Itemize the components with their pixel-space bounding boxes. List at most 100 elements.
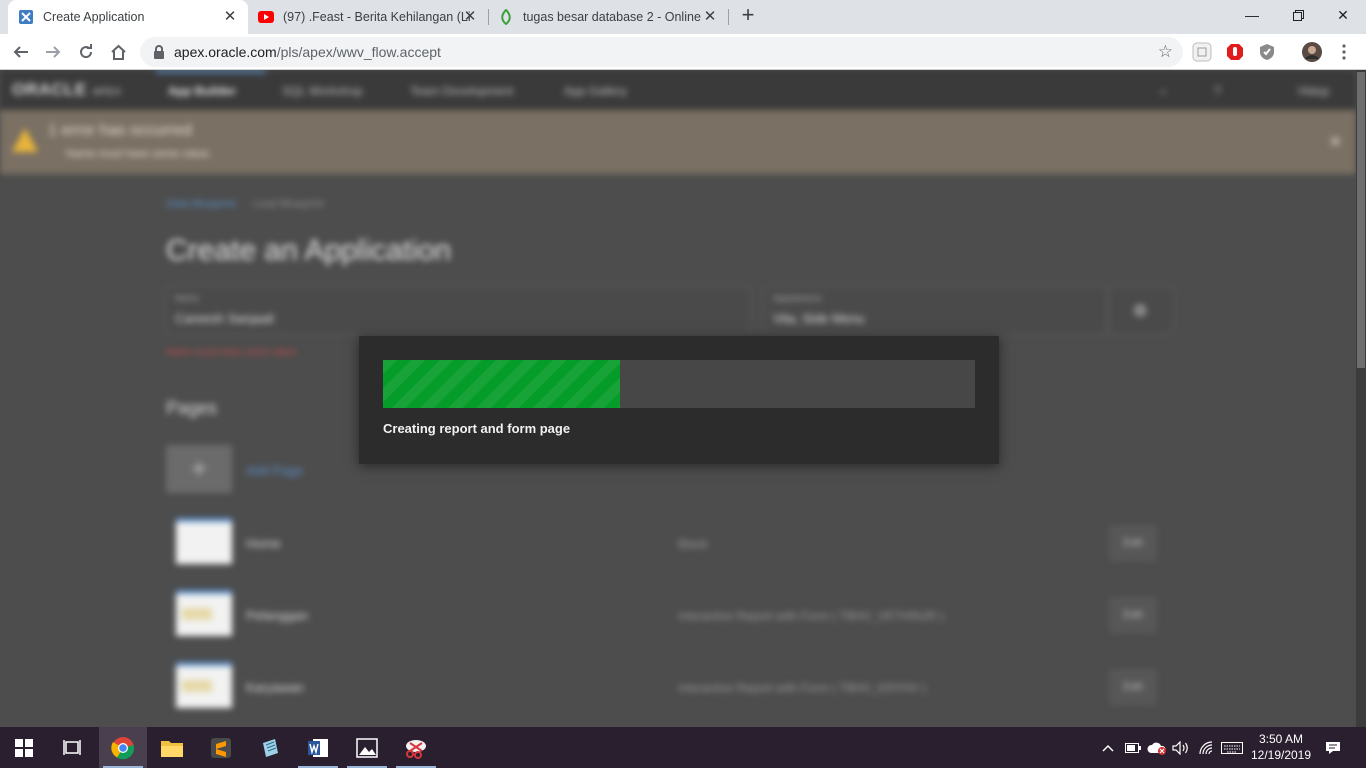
name-error: Name must have some value. — [166, 347, 299, 358]
add-page-button[interactable]: + — [166, 445, 232, 493]
taskbar-photos[interactable] — [343, 727, 391, 768]
edit-page-button[interactable]: Edit — [1110, 598, 1156, 632]
appearance-label: Appearance — [773, 293, 822, 303]
nav-app-gallery[interactable]: App Gallery — [564, 84, 627, 98]
page-description: Interactive Report with Form ( TBHV_KRYH… — [678, 681, 927, 695]
pages-heading: Pages — [166, 398, 218, 418]
extension-pocket-icon[interactable] — [1192, 42, 1212, 62]
chrome-menu-icon[interactable] — [1334, 42, 1354, 62]
breadcrumb-current: Load Blueprint — [252, 198, 324, 210]
volume-icon[interactable] — [1170, 727, 1192, 768]
edit-page-button[interactable]: Edit — [1110, 526, 1156, 560]
appearance-field[interactable]: Appearance Vita, Side Menu — [764, 286, 1108, 334]
alert-detail[interactable]: Name must have some value. — [66, 148, 212, 160]
taskbar-snipping-tool[interactable] — [392, 727, 440, 768]
close-tab-icon[interactable]: ✕ — [702, 9, 718, 25]
page-thumbnail — [176, 662, 232, 708]
apex-icon — [18, 9, 34, 25]
snipping-tool-icon — [406, 739, 426, 759]
minimize-button[interactable]: — — [1229, 0, 1275, 30]
reload-button[interactable] — [73, 39, 99, 65]
tab-tugas-besar[interactable]: tugas besar database 2 - Online ✕ — [488, 0, 728, 34]
profile-avatar[interactable] — [1302, 42, 1322, 62]
url-text: apex.oracle.com/pls/apex/wwv_flow.accept — [174, 44, 441, 60]
progress-bar — [383, 360, 975, 408]
onedrive-icon[interactable] — [1146, 727, 1168, 768]
page-description: Blank — [678, 537, 709, 551]
help-icon[interactable]: ? — [1214, 84, 1221, 98]
restore-button[interactable] — [1275, 0, 1321, 30]
progress-dialog: Creating report and form page — [359, 336, 999, 464]
tab-title: Create Application — [43, 10, 145, 24]
add-page-link[interactable]: Add Page — [246, 463, 303, 478]
breadcrumb-link[interactable]: Data Blueprint — [166, 198, 236, 210]
oracle-logo: ORACLE APEX — [12, 80, 122, 99]
tab-title: tugas besar database 2 - Online — [523, 10, 701, 24]
close-tab-icon[interactable]: ✕ — [222, 9, 238, 25]
url-host: apex.oracle.com — [174, 44, 277, 60]
youtube-icon — [258, 9, 274, 25]
wifi-icon[interactable] — [1195, 727, 1217, 768]
name-field[interactable]: Name Careesh Sanjaali — [166, 286, 750, 334]
warning-icon — [12, 128, 38, 152]
page-name: Pelanggan — [246, 608, 309, 623]
taskbar-chrome[interactable] — [99, 727, 147, 768]
chrome-icon — [111, 736, 135, 759]
taskbar-word[interactable] — [294, 727, 342, 768]
word-icon — [308, 738, 328, 757]
close-window-button[interactable]: ✕ — [1320, 0, 1366, 30]
page-title: Create an Application — [166, 234, 452, 267]
browser-tab-strip: Create Application ✕ (97) .Feast - Berit… — [0, 0, 1366, 34]
action-center-icon[interactable] — [1320, 727, 1346, 768]
gear-icon: ⚙ — [1133, 303, 1148, 320]
nav-team-development[interactable]: Team Development — [410, 84, 513, 98]
tab-create-application[interactable]: Create Application ✕ — [8, 0, 248, 34]
tab-youtube[interactable]: (97) .Feast - Berita Kehilangan (Li ✕ — [248, 0, 488, 34]
page-name: Home — [246, 536, 281, 551]
progress-message: Creating report and form page — [383, 421, 571, 436]
page-name: Karyawan — [246, 680, 304, 695]
bookmark-star-icon[interactable]: ☆ — [1158, 42, 1173, 62]
edit-page-button[interactable]: Edit — [1110, 670, 1156, 704]
taskbar-file-explorer[interactable] — [148, 727, 196, 768]
page-scrollbar[interactable] — [1356, 70, 1366, 727]
nav-sql-workshop[interactable]: SQL Workshop — [282, 84, 363, 98]
home-button[interactable] — [105, 39, 131, 65]
progress-fill — [383, 360, 620, 408]
show-hidden-icons-button[interactable] — [1098, 727, 1118, 768]
url-path: /pls/apex/wwv_flow.accept — [276, 44, 441, 60]
restore-icon — [1292, 9, 1304, 21]
clock-date: 12/19/2019 — [1250, 748, 1312, 762]
page-thumbnail — [176, 590, 232, 636]
close-tab-icon[interactable]: ✕ — [462, 9, 478, 25]
new-tab-button[interactable]: + — [737, 4, 759, 27]
back-button[interactable] — [8, 39, 34, 65]
address-bar[interactable]: apex.oracle.com/pls/apex/wwv_flow.accept… — [140, 37, 1183, 67]
nav-app-builder[interactable]: App Builder — [168, 84, 236, 98]
breadcrumb: Data Blueprint Load Blueprint — [166, 198, 324, 210]
chevron-up-icon — [1102, 744, 1114, 752]
extension-adblock-icon[interactable] — [1225, 42, 1245, 62]
appearance-settings-button[interactable]: ⚙ — [1108, 286, 1174, 334]
folder-icon — [161, 740, 183, 757]
taskbar-sublime[interactable] — [197, 727, 245, 768]
search-icon[interactable]: ⌕ — [1160, 84, 1167, 99]
error-alert: 1 error has occurred Name must have some… — [0, 110, 1356, 174]
appearance-value: Vita, Side Menu — [773, 311, 865, 326]
tab-separator — [728, 9, 729, 25]
forward-button[interactable] — [40, 39, 66, 65]
battery-icon[interactable] — [1122, 727, 1144, 768]
start-button[interactable] — [0, 727, 48, 768]
system-clock[interactable]: 3:50 AM 12/19/2019 — [1240, 731, 1322, 763]
extension-shield-icon[interactable] — [1257, 42, 1277, 62]
user-menu[interactable]: Hidup — [1298, 84, 1329, 98]
scrollbar-thumb[interactable] — [1357, 72, 1365, 368]
taskbar-notepad[interactable] — [246, 727, 294, 768]
home-icon — [110, 44, 126, 60]
page-description: Interactive Report with Form ( TBHV_VETH… — [678, 609, 944, 623]
back-arrow-icon — [13, 46, 28, 58]
task-view-button[interactable] — [48, 727, 96, 768]
photos-icon — [356, 737, 378, 758]
alert-close-icon[interactable]: ✕ — [1329, 132, 1342, 152]
clock-time: 3:50 AM — [1258, 732, 1304, 746]
